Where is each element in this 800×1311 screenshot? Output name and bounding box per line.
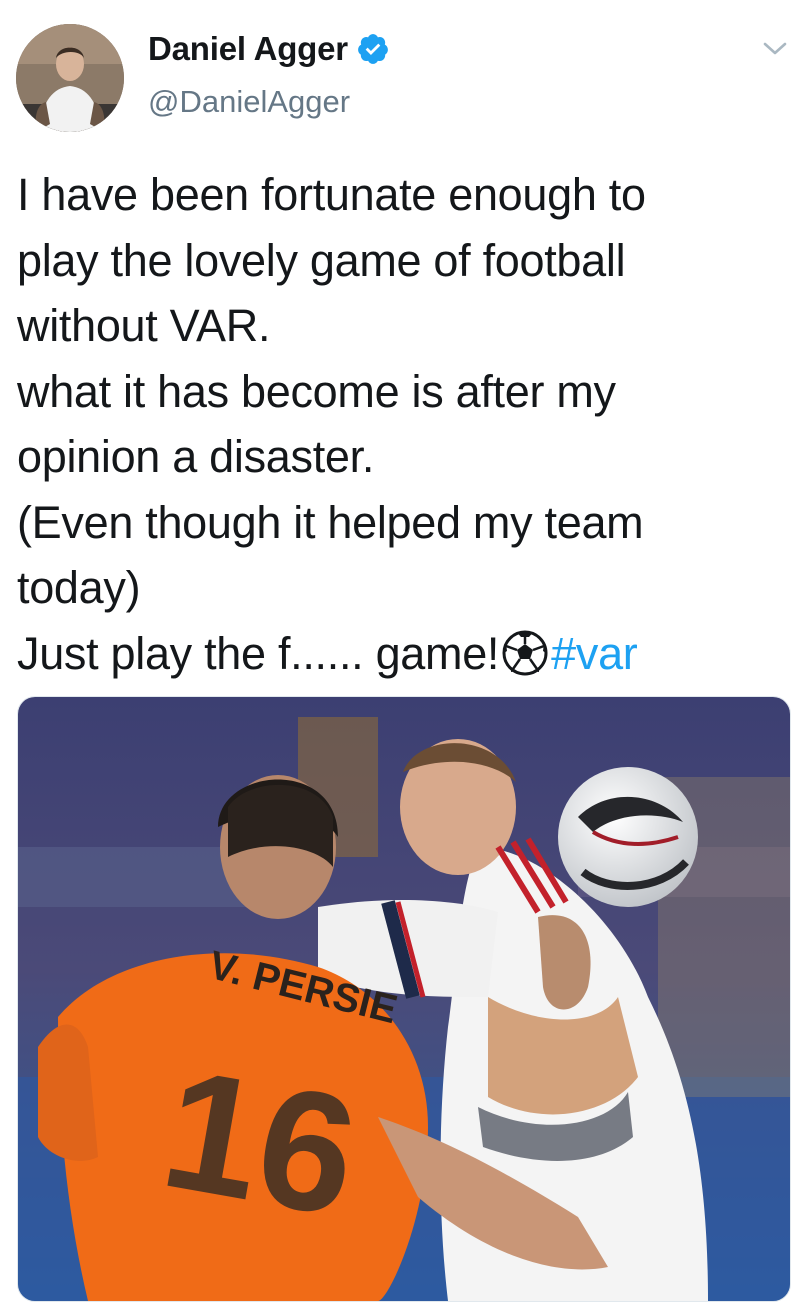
tweet-last-line: Just play the f...... game! #var xyxy=(17,621,787,687)
user-handle[interactable]: @DanielAgger xyxy=(148,84,350,120)
avatar[interactable] xyxy=(16,24,124,132)
hashtag-link[interactable]: #var xyxy=(551,628,638,679)
tweet-line-text: Just play the f...... game! xyxy=(17,627,500,679)
tweet-text: I have been fortunate enough to play the… xyxy=(17,162,787,686)
chevron-down-icon[interactable] xyxy=(762,40,788,58)
tweet-media[interactable]: V. PERSIE 16 xyxy=(17,696,791,1302)
tweet-line: play the lovely game of football xyxy=(17,234,626,286)
tweet-line: today) xyxy=(17,562,141,613)
tweet-header: Daniel Agger @DanielAgger xyxy=(0,0,800,150)
profile-photo-icon xyxy=(16,24,124,132)
name-row: Daniel Agger xyxy=(148,30,390,68)
tweet-line: (Even though it helped my team xyxy=(17,496,644,548)
tweet-line: I have been fortunate enough to xyxy=(17,169,646,220)
tweet-line: opinion a disaster. xyxy=(17,431,375,482)
soccer-ball-icon xyxy=(502,630,548,675)
tweet-line: what it has become is after my xyxy=(17,365,616,417)
verified-badge-icon xyxy=(358,34,388,64)
football-photo: V. PERSIE 16 xyxy=(18,697,790,1301)
jersey-number: 16 xyxy=(150,1033,369,1253)
tweet-line: without VAR. xyxy=(17,300,271,351)
display-name[interactable]: Daniel Agger xyxy=(148,30,348,68)
